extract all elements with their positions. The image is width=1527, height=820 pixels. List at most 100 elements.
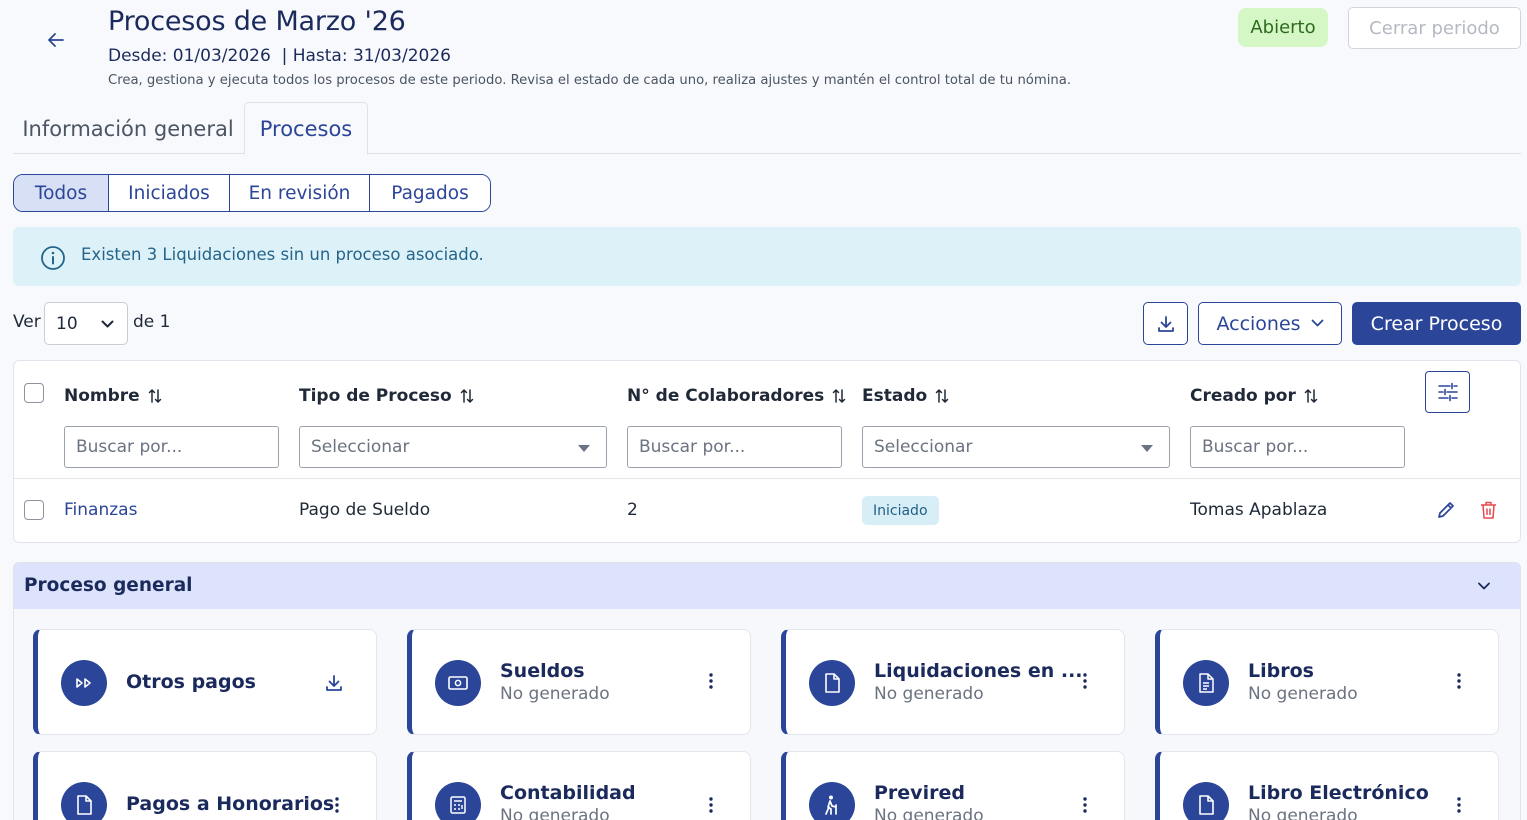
card-title: Otros pagos [126,671,256,693]
sort-icon [460,389,473,403]
card-liquidaciones[interactable]: Liquidaciones en ... No generado [781,629,1125,735]
process-created-by: Tomas Apablaza [1190,500,1328,520]
card-title: Pagos a Honorarios [126,793,335,815]
page-size-select[interactable]: 10 [44,302,128,345]
select-placeholder: Seleccionar [311,437,410,457]
page-size-label: Ver [13,312,41,332]
arrow-left-icon [48,33,64,47]
elder-icon [809,782,855,820]
filter-pagados[interactable]: Pagados [370,175,490,211]
back-button[interactable] [40,26,72,54]
section-header[interactable] [14,563,1520,609]
pencil-icon [1438,502,1454,518]
download-icon[interactable] [324,673,344,693]
card-title: Libros [1248,660,1314,682]
card-title: Libro Electrónico [1248,782,1429,804]
card-title: Contabilidad [500,782,636,804]
card-title: Liquidaciones en ... [874,660,1083,682]
tab-procesos[interactable]: Procesos [244,102,368,155]
select-placeholder: Seleccionar [874,437,973,457]
process-collaborators: 2 [627,500,638,520]
sliders-icon [1437,382,1458,402]
column-header-nombre[interactable]: Nombre [64,386,162,406]
filter-iniciados[interactable]: Iniciados [109,175,230,211]
status-filter-group: Todos Iniciados En revisión Pagados [13,174,491,212]
card-previred[interactable]: Previred No generado [781,751,1125,820]
card-contabilidad[interactable]: Contabilidad No generado [407,751,751,820]
column-label: Creado por [1190,386,1296,406]
card-title: Previred [874,782,965,804]
calculator-icon [435,782,481,820]
status-badge: Abierto [1238,8,1328,47]
file-icon [1183,782,1229,820]
tab-informacion-general[interactable]: Información general [13,104,243,154]
more-vertical-icon[interactable] [334,796,340,814]
filter-creado-por-input[interactable]: Buscar por... [1190,426,1405,468]
actions-button[interactable]: Acciones [1198,302,1342,345]
filter-todos[interactable]: Todos [14,175,109,211]
period-dates: Desde: 01/03/2026 | Hasta: 31/03/2026 [108,46,451,66]
more-vertical-icon[interactable] [1082,672,1088,690]
sort-icon [833,389,846,403]
sort-icon [1304,389,1318,403]
info-icon [40,245,66,271]
download-icon [1157,315,1174,332]
filter-tipo-select[interactable]: Seleccionar [299,426,607,468]
card-sueldos[interactable]: Sueldos No generado [407,629,751,735]
filter-nombre-input[interactable]: Buscar por... [64,426,279,468]
select-all-checkbox[interactable] [24,383,44,403]
process-name-link[interactable]: Finanzas [64,500,137,520]
card-status: No generado [874,684,984,704]
sort-icon [935,389,949,403]
close-period-button[interactable]: Cerrar periodo [1348,7,1521,49]
card-status: No generado [874,806,984,820]
chevron-down-icon[interactable] [1476,578,1492,594]
more-vertical-icon[interactable] [1456,796,1462,814]
card-status: No generado [1248,684,1358,704]
column-label: N° de Colaboradores [627,386,825,406]
more-vertical-icon[interactable] [708,672,714,690]
caret-down-icon [578,445,590,452]
delete-button[interactable] [1479,500,1498,520]
fast-forward-icon [61,660,107,706]
card-status: No generado [500,684,610,704]
card-pagos-honorarios[interactable]: Pagos a Honorarios [33,751,377,820]
create-process-button[interactable]: Crear Proceso [1352,302,1521,345]
section-title: Proceso general [24,575,193,596]
status-badge: Iniciado [862,496,939,525]
caret-down-icon [1141,445,1153,452]
page-title: Procesos de Marzo '26 [108,6,406,37]
card-libro-electronico[interactable]: Libro Electrónico No generado [1155,751,1499,820]
download-button[interactable] [1143,302,1188,345]
more-vertical-icon[interactable] [1082,796,1088,814]
more-vertical-icon[interactable] [1456,672,1462,690]
file-text-icon [1183,660,1229,706]
column-header-tipo[interactable]: Tipo de Proceso [299,386,474,406]
filter-en-revision[interactable]: En revisión [230,175,370,211]
card-status: No generado [500,806,610,820]
column-header-estado[interactable]: Estado [862,386,949,406]
file-icon [61,782,107,820]
filter-colaboradores-input[interactable]: Buscar por... [627,426,842,468]
card-libros[interactable]: Libros No generado [1155,629,1499,735]
edit-button[interactable] [1436,500,1456,520]
page-description: Crea, gestiona y ejecuta todos los proce… [108,73,1072,88]
chevron-down-icon [1311,319,1323,327]
card-otros-pagos[interactable]: Otros pagos [33,629,377,735]
actions-label: Acciones [1216,312,1301,335]
column-label: Tipo de Proceso [299,386,452,406]
filter-estado-select[interactable]: Seleccionar [862,426,1170,468]
column-label: Estado [862,386,928,406]
alert-text: Existen 3 Liquidaciones sin un proceso a… [81,245,484,264]
card-status: No generado [1248,806,1358,820]
column-settings-button[interactable] [1425,371,1470,413]
column-header-colaboradores[interactable]: N° de Colaboradores [627,386,846,406]
trash-icon [1481,501,1496,519]
sort-icon [148,389,161,403]
more-vertical-icon[interactable] [708,796,714,814]
row-checkbox[interactable] [24,500,44,520]
money-icon [435,660,481,706]
column-header-creado-por[interactable]: Creado por [1190,386,1318,406]
column-label: Nombre [64,386,140,406]
file-icon [809,660,855,706]
